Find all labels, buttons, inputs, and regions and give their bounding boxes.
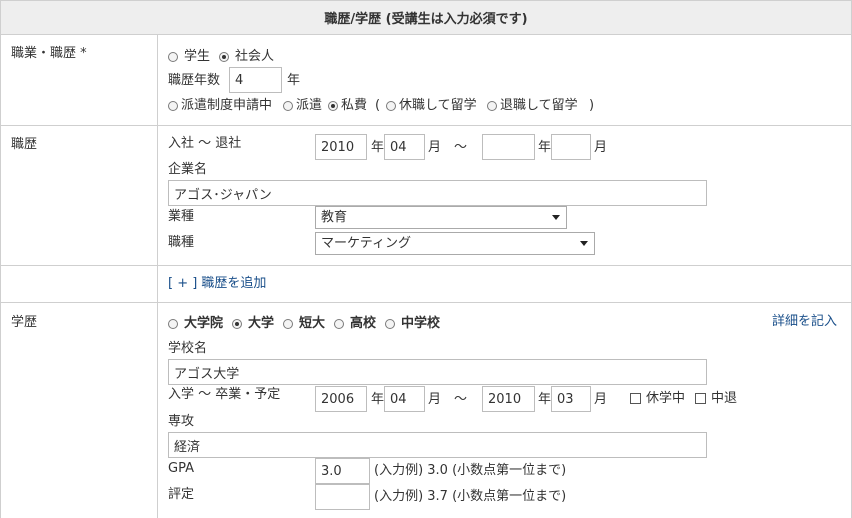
radio-student[interactable] — [168, 52, 178, 62]
rating-label: 評定 — [168, 487, 195, 502]
radio-high-school-label: 高校 — [350, 316, 377, 331]
radio-university-label: 大学 — [248, 316, 275, 331]
leave-checkbox[interactable] — [630, 393, 641, 404]
company-input[interactable] — [168, 180, 707, 206]
major-label: 専攻 — [168, 414, 195, 429]
radio-dispatch-label: 派遣 — [296, 98, 323, 113]
career-start-year-unit: 年 — [371, 140, 385, 155]
add-career-link[interactable]: [ + ] 職歴を追加 — [168, 276, 266, 292]
education-tilde: ～ — [454, 392, 468, 407]
job-select-value: マーケティング — [321, 236, 411, 251]
career-start-month-input[interactable] — [384, 134, 425, 160]
dropout-checkbox[interactable] — [695, 393, 706, 404]
industry-label: 業種 — [168, 209, 195, 224]
chevron-down-icon — [552, 215, 560, 220]
gpa-hint: (入力例) 3.0 (小数点第一位まで) — [374, 463, 567, 478]
row-divider — [1, 302, 851, 303]
education-start-year-input[interactable] — [315, 386, 367, 412]
radio-graduate-school-label: 大学院 — [184, 316, 224, 331]
paren-open: ( — [375, 98, 381, 113]
rating-hint: (入力例) 3.7 (小数点第一位まで) — [374, 489, 567, 504]
radio-dispatch-applying[interactable] — [168, 101, 178, 111]
education-start-month-unit: 月 — [428, 392, 442, 407]
major-input[interactable] — [168, 432, 707, 458]
education-period-label: 入学 ～ 卒業・予定 — [168, 387, 281, 402]
gpa-label: GPA — [168, 461, 194, 476]
education-start-month-input[interactable] — [384, 386, 425, 412]
row-divider — [1, 125, 851, 126]
chevron-down-icon — [580, 241, 588, 246]
education-end-month-unit: 月 — [594, 392, 608, 407]
career-start-month-unit: 月 — [428, 140, 442, 155]
radio-quit-study[interactable] — [487, 101, 497, 111]
career-end-year-input[interactable] — [482, 134, 535, 160]
radio-junior-college-label: 短大 — [299, 316, 326, 331]
radio-student-label: 学生 — [184, 49, 211, 64]
career-end-month-input[interactable] — [551, 134, 591, 160]
radio-self-funded[interactable] — [328, 101, 338, 111]
education-end-month-input[interactable] — [551, 386, 591, 412]
rating-input[interactable] — [315, 484, 370, 510]
career-end-year-unit: 年 — [538, 140, 552, 155]
career-end-month-unit: 月 — [594, 140, 608, 155]
radio-quit-study-label: 退職して留学 — [500, 98, 578, 113]
gpa-input[interactable] — [315, 458, 370, 484]
radio-university[interactable] — [232, 319, 242, 329]
education-start-year-unit: 年 — [371, 392, 385, 407]
education-end-year-input[interactable] — [482, 386, 535, 412]
radio-middle-school[interactable] — [385, 319, 395, 329]
row-divider — [1, 265, 851, 266]
industry-select[interactable]: 教育 — [315, 206, 567, 229]
radio-self-funded-label: 私費 — [341, 98, 368, 113]
radio-junior-college[interactable] — [283, 319, 293, 329]
career-period-label: 入社 ～ 退社 — [168, 136, 242, 151]
career-label: 職歴 — [11, 137, 38, 152]
radio-dispatch[interactable] — [283, 101, 293, 111]
career-years-label: 職歴年数 — [168, 73, 221, 88]
radio-working[interactable] — [219, 52, 229, 62]
job-label: 職種 — [168, 235, 195, 250]
career-years-unit: 年 — [287, 73, 301, 88]
leave-checkbox-label: 休学中 — [646, 391, 686, 406]
career-years-input[interactable] — [229, 67, 282, 93]
company-label: 企業名 — [168, 162, 208, 177]
radio-high-school[interactable] — [334, 319, 344, 329]
radio-leave-study[interactable] — [386, 101, 396, 111]
education-label: 学歴 — [11, 315, 38, 330]
education-end-year-unit: 年 — [538, 392, 552, 407]
paren-close: ) — [589, 98, 595, 113]
radio-middle-school-label: 中学校 — [401, 316, 441, 331]
detail-link[interactable]: 詳細を記入 — [772, 314, 837, 330]
section-header: 職歴/学歴 (受講生は入力必須です) — [1, 0, 851, 35]
school-label: 学校名 — [168, 341, 208, 356]
column-divider — [157, 35, 158, 518]
occupation-label: 職業・職歴 * — [11, 46, 87, 61]
job-select[interactable]: マーケティング — [315, 232, 595, 255]
school-input[interactable] — [168, 359, 707, 385]
dropout-checkbox-label: 中退 — [711, 391, 738, 406]
radio-working-label: 社会人 — [235, 49, 275, 64]
radio-graduate-school[interactable] — [168, 319, 178, 329]
career-tilde: ～ — [454, 140, 468, 155]
industry-select-value: 教育 — [321, 210, 348, 225]
career-education-form: 職歴/学歴 (受講生は入力必須です) 職業・職歴 * 学生 社会人 職歴年数 年… — [0, 0, 852, 518]
section-title: 職歴/学歴 (受講生は入力必須です) — [324, 12, 528, 27]
career-start-year-input[interactable] — [315, 134, 367, 160]
radio-dispatch-applying-label: 派遣制度申請中 — [181, 98, 273, 113]
radio-leave-study-label: 休職して留学 — [399, 98, 477, 113]
